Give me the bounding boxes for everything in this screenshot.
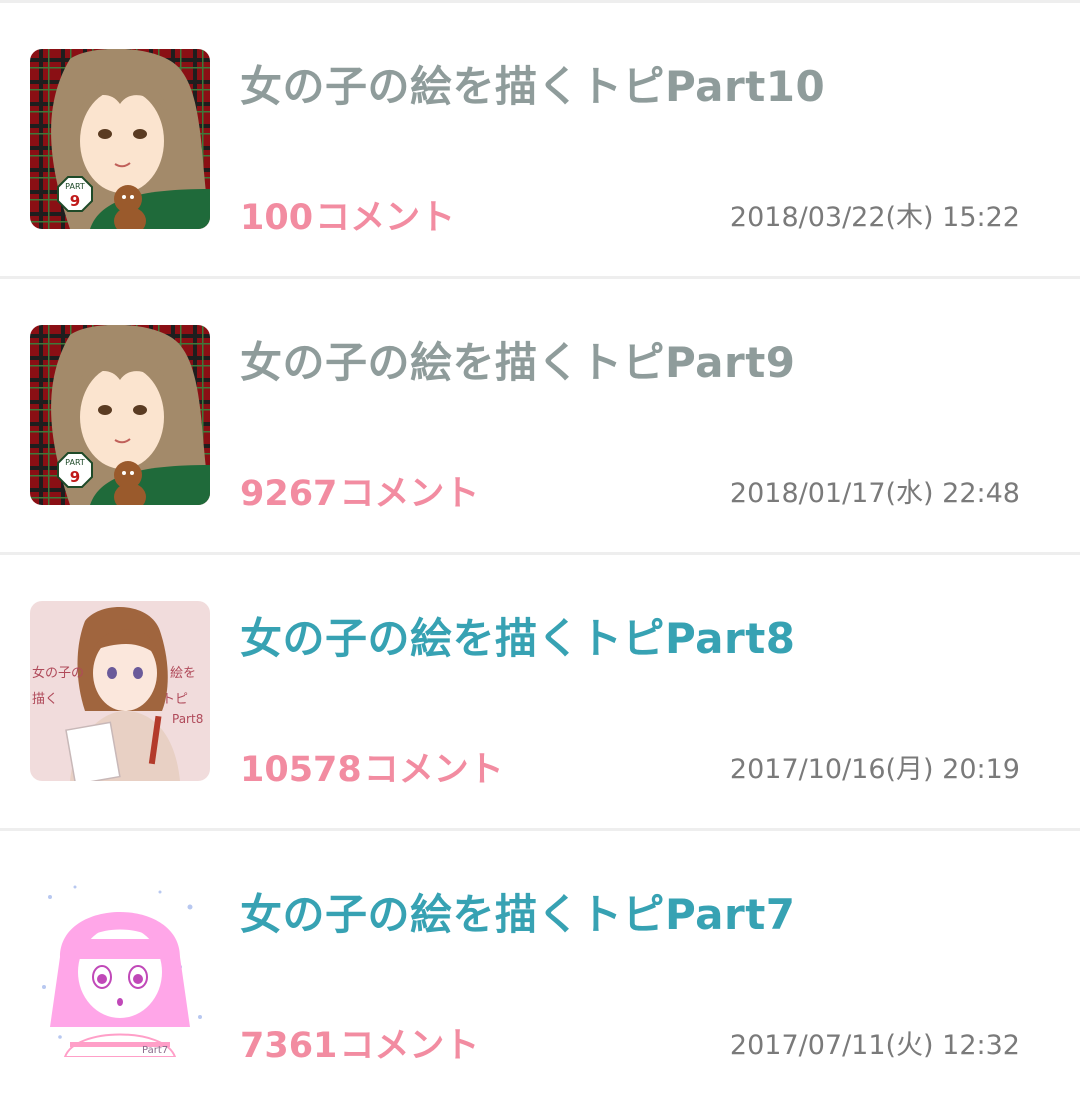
thread-thumbnail: PART 9 [30,325,210,505]
svg-text:絵を: 絵を [170,666,196,681]
plaid-girl-illustration: PART 9 [30,325,210,505]
comment-count: 100コメント [240,198,456,238]
svg-text:PART: PART [65,182,85,191]
svg-text:描く: 描く [32,692,58,707]
thread-date: 2018/01/17(水) 22:48 [729,478,1020,509]
thread-date: 2018/03/22(木) 15:22 [729,202,1020,233]
svg-text:PART: PART [65,458,85,467]
thread-thumbnail: 女の子の 絵を 描く トピ Part8 [30,601,210,781]
girl-with-paper-illustration: 女の子の 絵を 描く トピ Part8 [30,601,210,781]
comment-count: 9267コメント [240,474,480,514]
thread-title[interactable]: 女の子の絵を描くトピPart7 [240,881,796,942]
thread-date: 2017/07/11(火) 12:32 [729,1030,1020,1061]
svg-text:トピ: トピ [162,692,188,707]
thread-thumbnail: PART 9 [30,49,210,229]
thread-row-part7[interactable]: Part7 女の子の絵を描くトピPart7 7361コメント 2017/07/1… [0,831,1080,1107]
svg-text:Part7: Part7 [142,1045,168,1056]
svg-text:9: 9 [70,468,80,486]
thread-row-part8[interactable]: 女の子の 絵を 描く トピ Part8 女の子の絵を描くトピPart8 1057… [0,555,1080,831]
svg-text:Part8: Part8 [172,712,203,726]
thread-title[interactable]: 女の子の絵を描くトピPart10 [240,53,825,114]
pink-hair-girl-illustration: Part7 [30,877,210,1057]
comment-count: 10578コメント [240,750,504,790]
thread-list: PART 9 女の子の絵を描くトピPart10 100コメント 2018/03/… [0,3,1080,1107]
thread-row-part10[interactable]: PART 9 女の子の絵を描くトピPart10 100コメント 2018/03/… [0,3,1080,279]
plaid-girl-illustration: PART 9 [30,49,210,229]
comment-count: 7361コメント [240,1026,480,1066]
thread-thumbnail: Part7 [30,877,210,1057]
svg-text:9: 9 [70,192,80,210]
svg-text:女の子の: 女の子の [32,665,84,681]
thread-title[interactable]: 女の子の絵を描くトピPart9 [240,329,796,390]
thread-row-part9[interactable]: PART 9 女の子の絵を描くトピPart9 9267コメント 2018/01/… [0,279,1080,555]
thread-title[interactable]: 女の子の絵を描くトピPart8 [240,605,796,666]
thread-date: 2017/10/16(月) 20:19 [729,754,1020,785]
